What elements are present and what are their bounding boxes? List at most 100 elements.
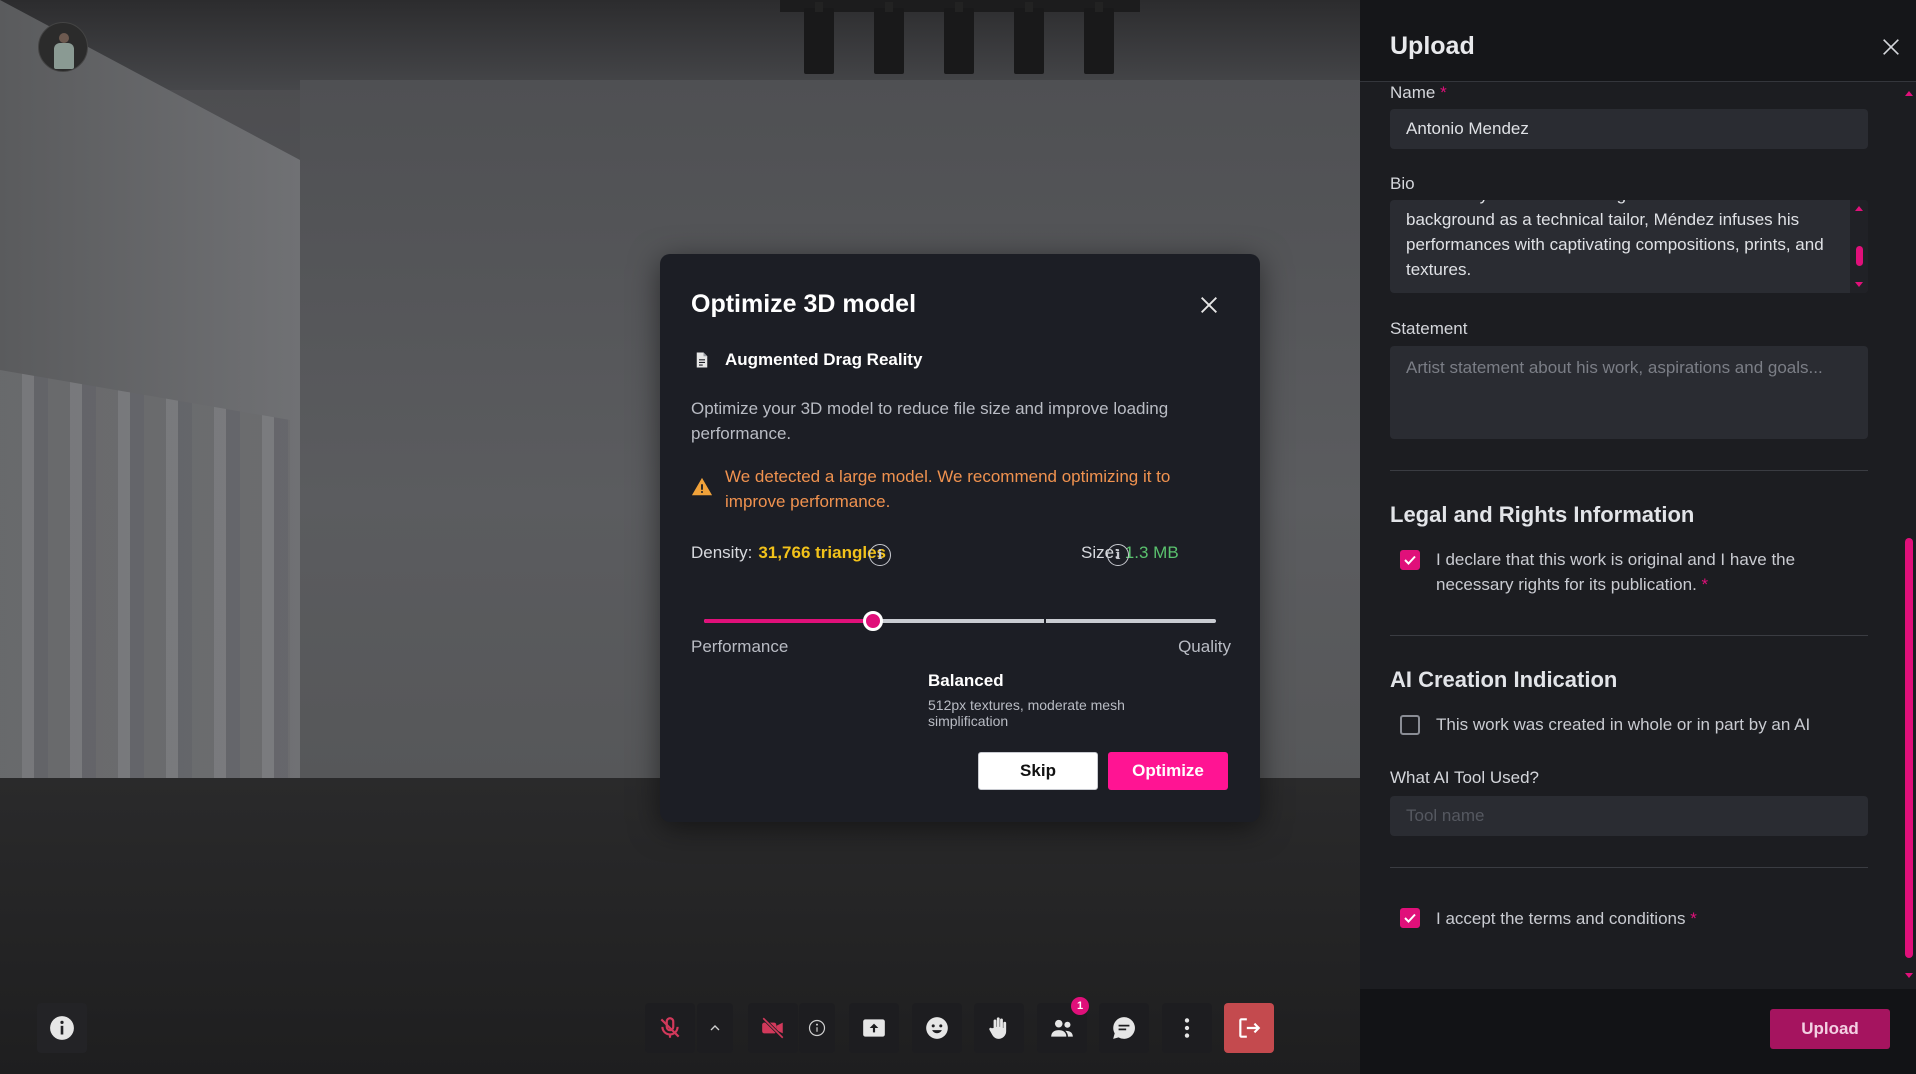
close-panel-button[interactable] [1880, 36, 1902, 58]
reactions-button[interactable] [912, 1003, 962, 1053]
spotlight-icon [874, 2, 904, 74]
checkmark-icon [1404, 913, 1416, 923]
camera-button[interactable] [748, 1003, 798, 1053]
camera-off-icon [762, 1017, 784, 1039]
spotlight-icon [1014, 2, 1044, 74]
panel-title: Upload [1390, 32, 1475, 60]
size-info-icon[interactable]: i [1107, 544, 1129, 566]
optimize-model-dialog: Optimize 3D model Augmented Drag Reality… [660, 254, 1260, 822]
leave-icon [1239, 1018, 1261, 1038]
size-stat: Size: 1.3 MB [1081, 543, 1179, 563]
density-value: 31,766 triangles [758, 543, 886, 562]
panel-header: Upload [1360, 0, 1916, 82]
chevron-up-icon [710, 1025, 720, 1031]
close-dialog-button[interactable] [1198, 294, 1220, 316]
density-label: Density: [691, 543, 753, 562]
divider [1390, 635, 1868, 636]
terms-checkbox[interactable] [1400, 908, 1420, 928]
more-icon [1184, 1018, 1190, 1038]
spotlight-icon [1084, 2, 1114, 74]
legal-checkbox-label: I declare that this work is original and… [1436, 547, 1856, 597]
preset-name: Balanced [928, 671, 1004, 690]
legal-checkbox-text: I declare that this work is original and… [1436, 550, 1796, 594]
optimize-button[interactable]: Optimize [1108, 752, 1228, 790]
density-info-icon[interactable]: i [869, 544, 891, 566]
spotlight-icon [944, 2, 974, 74]
required-mark: * [1440, 83, 1447, 102]
required-mark: * [1701, 575, 1709, 594]
raise-hand-icon [989, 1017, 1007, 1039]
more-options-button[interactable] [1162, 1003, 1212, 1053]
name-field-value: Antonio Mendez [1406, 119, 1529, 138]
share-screen-button[interactable] [849, 1003, 899, 1053]
close-icon [1883, 39, 1899, 55]
legal-section-title: Legal and Rights Information [1390, 502, 1695, 527]
emoji-icon [926, 1017, 948, 1039]
leave-button[interactable] [1224, 1003, 1274, 1053]
participants-button[interactable]: 1 [1037, 997, 1089, 1053]
terms-checkbox-label: I accept the terms and conditions * [1436, 906, 1856, 931]
avatar-body [54, 43, 74, 69]
warning-icon [691, 477, 713, 496]
document-icon [696, 352, 708, 368]
info-outline-icon [808, 1019, 826, 1037]
upload-panel: Upload Name * Antonio Mendez Bio communi… [1360, 0, 1916, 1074]
ai-tool-field[interactable]: Tool name [1390, 796, 1868, 836]
avatar-head [59, 33, 69, 43]
upload-button[interactable]: Upload [1770, 1009, 1890, 1049]
ai-checkbox-label: This work was created in whole or in par… [1436, 715, 1811, 734]
slider-fill [704, 619, 873, 623]
density-stat: Density: 31,766 triangles [691, 543, 886, 563]
ai-tool-label: What AI Tool Used? [1390, 768, 1539, 787]
file-row: Augmented Drag Reality [693, 350, 922, 370]
camera-info-button[interactable] [799, 1003, 835, 1053]
raise-hand-button[interactable] [974, 1003, 1024, 1053]
preset-info: Balanced 512px textures, moderate mesh s… [928, 671, 1208, 729]
bio-field[interactable]: community activism. Drawing from an unco… [1390, 200, 1868, 293]
panel-scrollbar-thumb[interactable] [1905, 538, 1913, 958]
name-label-text: Name [1390, 83, 1436, 102]
dialog-description: Optimize your 3D model to reduce file si… [691, 399, 1169, 443]
statement-label: Statement [1390, 319, 1468, 338]
name-label: Name * [1390, 83, 1447, 103]
warning-message: We detected a large model. We recommend … [691, 464, 1231, 514]
preset-description: 512px textures, moderate mesh simplifica… [928, 697, 1125, 729]
size-value: 1.3 MB [1124, 543, 1179, 562]
divider [1390, 470, 1868, 471]
slider-left-label: Performance [691, 637, 789, 656]
bio-label: Bio [1390, 174, 1415, 193]
ceiling [0, 0, 1360, 90]
bio-scrollbar-arrows [1855, 206, 1863, 287]
panel-scrollbar[interactable] [1905, 90, 1913, 980]
participants-icon [1051, 1019, 1073, 1037]
statement-field[interactable]: Artist statement about his work, aspirat… [1390, 346, 1868, 439]
legal-checkbox[interactable] [1400, 550, 1420, 570]
microphone-button[interactable] [645, 1003, 695, 1053]
model-stats: Density: 31,766 triangles i Size: 1.3 MB i [691, 543, 1231, 569]
ai-section-title: AI Creation Indication [1390, 667, 1618, 692]
quality-slider[interactable] [704, 611, 1216, 631]
participants-count-badge: 1 [1071, 997, 1089, 1015]
spotlight-icon [804, 2, 834, 74]
chat-icon [1113, 1017, 1135, 1039]
skip-button[interactable]: Skip [978, 752, 1098, 790]
file-name: Augmented Drag Reality [725, 350, 923, 369]
bio-scrollbar[interactable] [1850, 200, 1868, 293]
divider [1390, 867, 1868, 868]
avatar[interactable] [38, 22, 88, 72]
ai-tool-placeholder: Tool name [1406, 806, 1485, 825]
statement-placeholder: Artist statement about his work, aspirat… [1406, 358, 1823, 377]
slider-tick [1044, 618, 1046, 624]
terms-checkbox-text: I accept the terms and conditions [1436, 909, 1686, 928]
mic-options-button[interactable] [697, 1003, 733, 1053]
info-button[interactable] [37, 1003, 87, 1053]
share-screen-icon [863, 1019, 885, 1037]
checkmark-icon [1404, 555, 1416, 565]
ai-checkbox[interactable] [1400, 715, 1420, 735]
warning-text: We detected a large model. We recommend … [725, 467, 1171, 511]
name-field[interactable]: Antonio Mendez [1390, 109, 1868, 149]
slider-thumb[interactable] [862, 611, 883, 631]
info-icon [50, 1016, 74, 1040]
chat-button[interactable] [1099, 1003, 1149, 1053]
dialog-title: Optimize 3D model [691, 290, 917, 318]
